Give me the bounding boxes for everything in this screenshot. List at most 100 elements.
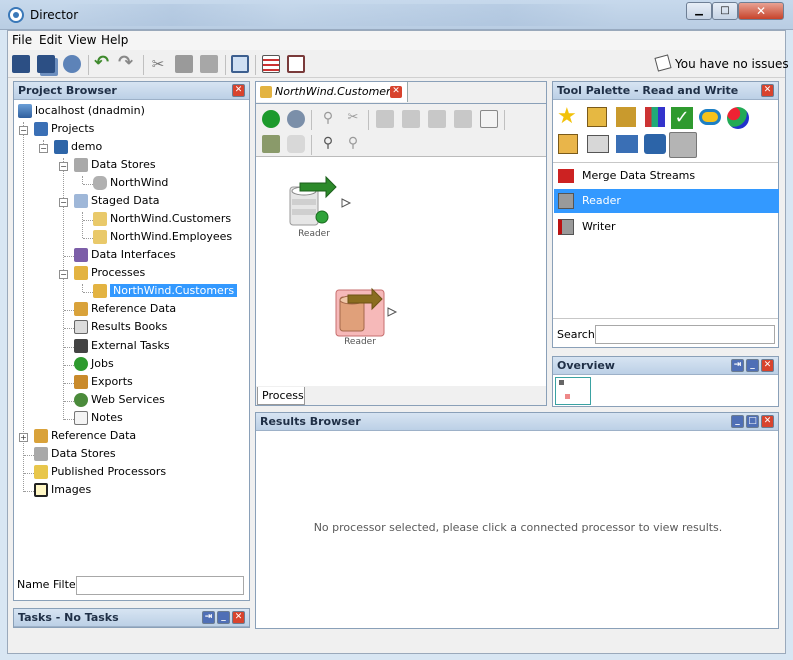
reader-node-2-selected[interactable] [335,287,398,337]
maximize-button[interactable]: □ [712,2,738,20]
run-options-icon[interactable] [287,110,305,128]
book-icon[interactable] [587,135,609,153]
close-button[interactable]: ✕ [738,2,784,20]
settings-icon[interactable] [428,110,446,128]
data-interfaces-icon [74,248,88,262]
paste-icon[interactable] [200,55,218,73]
tree-item-web-services[interactable]: Web Services [74,392,165,410]
grid-icon[interactable] [376,110,394,128]
cluster-icon[interactable] [727,107,749,129]
dock-icon[interactable]: ⇥ [202,611,215,624]
tree-item-staged-employees[interactable]: NorthWind.Employees [93,229,232,247]
tree-collapse-toggle[interactable]: − [59,270,68,279]
star-icon[interactable]: ★ [557,106,579,128]
tree-item-staged-customers[interactable]: NorthWind.Customers [93,211,231,229]
menu-file[interactable]: File [12,33,32,47]
publish-data-icon[interactable] [644,134,666,154]
analysis-icon[interactable] [645,107,665,127]
tree-item-jobs[interactable]: Jobs [74,356,114,374]
debug-icon[interactable] [262,135,280,153]
layout-icon[interactable] [402,110,420,128]
run-icon[interactable] [262,110,280,128]
palette-search-input[interactable] [595,325,775,344]
inspect-icon[interactable]: ⚲ [319,110,337,128]
overview-thumbnail[interactable] [555,377,591,405]
match-icon[interactable] [699,109,721,125]
minimize-panel-icon[interactable]: _ [746,359,759,372]
transform-icon[interactable] [616,107,636,127]
close-panel-icon[interactable]: ✕ [761,84,774,97]
tree-collapse-toggle[interactable]: − [59,162,68,171]
overview-header: Overview ⇥ _ ✕ [553,357,778,375]
palette-search-label: Search [557,328,595,341]
close-panel-icon[interactable]: ✕ [761,359,774,372]
redo-icon[interactable]: ↷ [118,54,136,73]
process-canvas[interactable]: Reader Reader [256,156,546,386]
reader-node-1[interactable] [289,175,352,226]
tree-item-northwind[interactable]: NorthWind [93,175,168,193]
hierarchy-icon[interactable] [616,135,638,153]
zoom-out-icon[interactable]: ⚲ [344,135,362,153]
save-all-icon[interactable] [37,55,55,73]
calculator-icon[interactable] [558,134,578,154]
add-note-icon[interactable] [480,110,498,128]
dock-icon[interactable]: ⇥ [731,359,744,372]
save-icon[interactable] [12,55,30,73]
minimize-panel-icon[interactable]: _ [217,611,230,624]
minimize-panel-icon[interactable]: _ [731,415,744,428]
close-panel-icon[interactable]: ✕ [232,84,245,97]
schedule-icon[interactable] [287,55,305,73]
tree-item-global-reference-data[interactable]: Reference Data [34,428,136,446]
undo-icon[interactable]: ↶ [94,54,112,73]
tree-collapse-toggle[interactable]: − [19,126,28,135]
palette-item-writer[interactable]: Writer [554,215,779,239]
tree-item-images[interactable]: Images [34,482,91,500]
cut-icon[interactable]: ✂ [149,55,167,73]
tree-item-staged-data[interactable]: Staged Data [74,193,160,211]
profiling-icon[interactable] [587,107,607,127]
tree-item-localhost[interactable]: localhost (dnadmin) [18,103,145,121]
database-disabled-icon[interactable] [287,135,305,153]
maximize-panel-icon[interactable]: □ [746,415,759,428]
name-filter-input[interactable] [76,576,244,595]
zoom-in-icon[interactable]: ⚲ [319,135,337,153]
menu-view[interactable]: View [68,33,96,47]
results-browser-title: Results Browser [260,415,361,428]
tree-collapse-toggle[interactable]: − [59,198,68,207]
tree-item-results-books[interactable]: Results Books [74,319,167,337]
tree-collapse-toggle[interactable]: − [39,144,48,153]
menu-help[interactable]: Help [101,33,128,47]
tree-item-data-stores[interactable]: Data Stores [74,157,156,175]
palette-item-merge-data-streams[interactable]: Merge Data Streams [554,164,779,188]
tree-expand-toggle[interactable]: + [19,433,28,442]
publish-icon[interactable] [63,55,81,73]
tree-item-reference-data[interactable]: Reference Data [74,301,176,319]
editor-tab[interactable]: NorthWind.Customers ✕ [256,82,408,102]
minimize-button[interactable]: ▁ [686,2,712,20]
writer-icon [558,219,574,235]
copy-icon[interactable] [175,55,193,73]
close-tab-icon[interactable]: ✕ [390,86,402,98]
tree-item-projects[interactable]: Projects [34,121,94,139]
menu-edit[interactable]: Edit [39,33,62,47]
tree-item-data-interfaces[interactable]: Data Interfaces [74,247,176,265]
close-panel-icon[interactable]: ✕ [761,415,774,428]
window-icon[interactable] [231,55,249,73]
tool-palette-title: Tool Palette - Read and Write [557,84,739,97]
process-tab[interactable]: Process [257,387,305,405]
audit-icon[interactable]: ✓ [671,107,693,129]
tree-item-process-customers[interactable]: NorthWind.Customers [93,283,238,301]
tree-item-exports[interactable]: Exports [74,374,133,392]
read-write-category-icon[interactable] [669,132,697,158]
tree-item-notes[interactable]: Notes [74,410,123,428]
disconnect-icon[interactable]: ✂ [344,110,362,128]
tree-item-global-data-stores[interactable]: Data Stores [34,446,116,464]
group-icon[interactable] [454,110,472,128]
calendar-icon[interactable] [262,55,280,73]
tree-item-external-tasks[interactable]: External Tasks [74,338,170,356]
palette-item-reader[interactable]: Reader [554,189,779,213]
tree-item-published-processors[interactable]: Published Processors [34,464,166,482]
close-panel-icon[interactable]: ✕ [232,611,245,624]
tree-item-demo[interactable]: demo [54,139,102,157]
tree-item-processes[interactable]: Processes [74,265,145,283]
